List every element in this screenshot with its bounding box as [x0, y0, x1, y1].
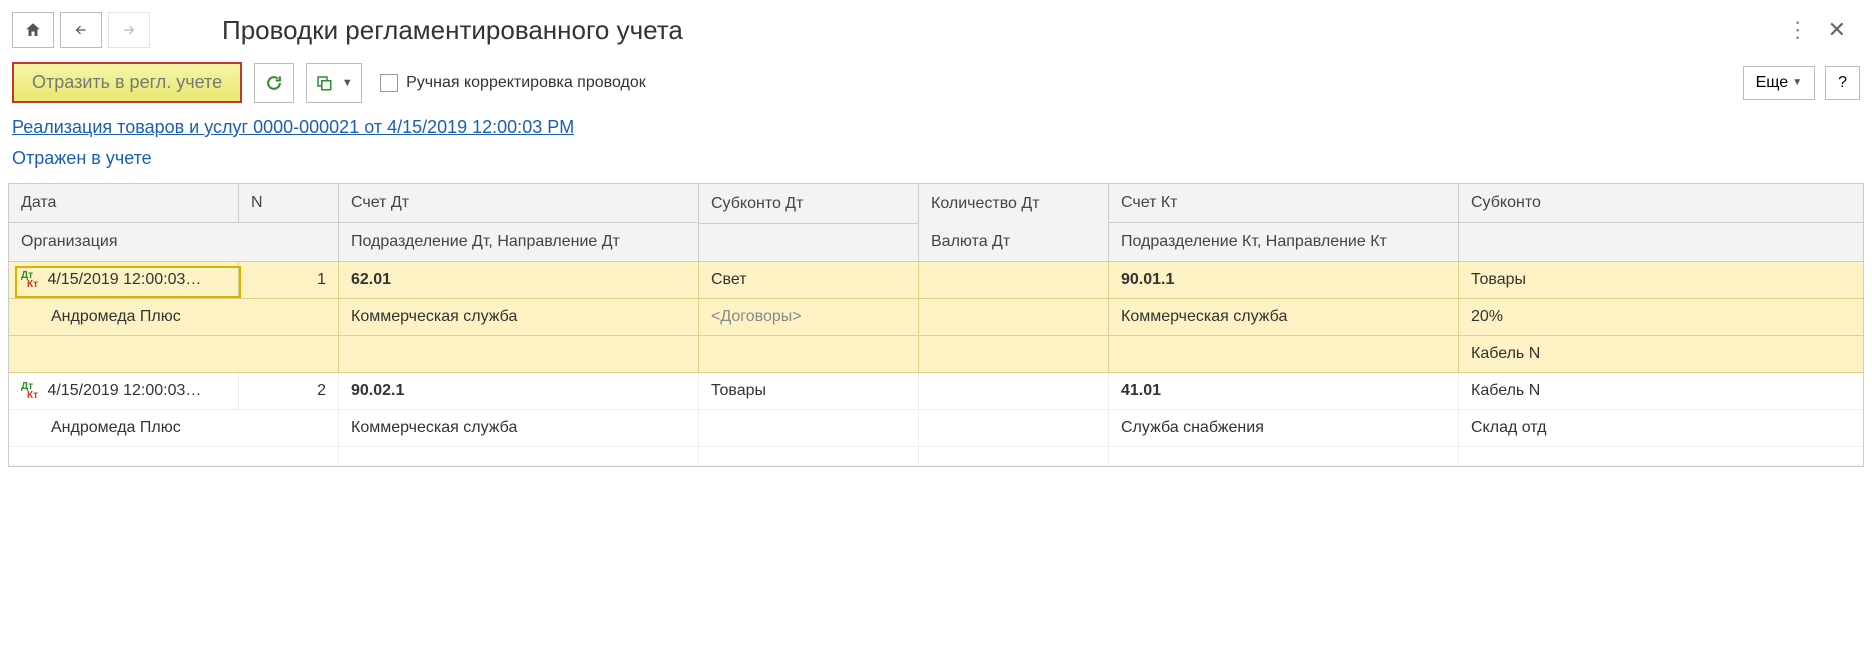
col-sub-kt[interactable]: Субконто: [1459, 184, 1863, 223]
home-button[interactable]: [12, 12, 54, 48]
copy-icon: [315, 74, 333, 92]
cell-dept-kt: Служба снабжения: [1109, 410, 1459, 447]
table-header-row: Дата N Счет Дт Субконто Дт Количество Дт…: [9, 184, 1863, 223]
arrow-left-icon: [72, 23, 90, 37]
cell-org: Андромеда Плюс: [9, 410, 339, 447]
close-icon[interactable]: ✕: [1828, 17, 1846, 43]
col-sub-dt[interactable]: Субконто Дт: [699, 184, 919, 223]
table-row[interactable]: ДтКт 4/15/2019 12:00:03… 1 62.01 Свет 90…: [9, 262, 1863, 373]
col-sub-dt-spacer: [699, 223, 919, 262]
reflect-button[interactable]: Отразить в регл. учете: [12, 62, 242, 103]
manual-correction-label: Ручная корректировка проводок: [406, 74, 646, 92]
cell-sub-kt: Кабель N: [1459, 373, 1863, 410]
col-acc-dt[interactable]: Счет Дт: [339, 184, 699, 223]
cell-org: Андромеда Плюс: [9, 299, 339, 336]
status-text: Отражен в учете: [0, 144, 1872, 183]
cell-sub-dt2: [699, 410, 919, 447]
cell-sub-kt2: Склад отд: [1459, 410, 1863, 447]
cell-dept-dt-empty: [339, 336, 699, 373]
manual-correction-checkbox[interactable]: [380, 74, 398, 92]
help-button[interactable]: ?: [1825, 66, 1860, 100]
cell-sub-dt: Свет: [699, 262, 919, 299]
col-sub-kt-spacer: [1459, 223, 1863, 262]
table-row[interactable]: ДтКт 4/15/2019 12:00:03… 2 90.02.1 Товар…: [9, 373, 1863, 466]
copy-dropdown-button[interactable]: ▼: [306, 63, 362, 103]
chevron-down-icon: ▼: [342, 77, 353, 89]
cell-acc-kt: 90.01.1: [1109, 262, 1459, 299]
col-qty-dt[interactable]: Количество Дт: [919, 184, 1109, 223]
cell-cur-dt: [919, 299, 1109, 336]
forward-button[interactable]: [108, 12, 150, 48]
arrow-right-icon: [120, 23, 138, 37]
col-date[interactable]: Дата: [9, 184, 239, 223]
col-cur-dt[interactable]: Валюта Дт: [919, 223, 1109, 262]
cell-sub-dt: Товары: [699, 373, 919, 410]
cell-dept-kt-empty: [1109, 336, 1459, 373]
col-acc-kt[interactable]: Счет Кт: [1109, 184, 1459, 223]
cell-date-value: 4/15/2019 12:00:03…: [47, 271, 201, 288]
cell-sub-dt2: <Договоры>: [699, 299, 919, 336]
cell-cur-dt-empty: [919, 447, 1109, 466]
refresh-icon: [264, 73, 284, 93]
cell-n: 1: [239, 262, 339, 299]
cell-acc-dt: 62.01: [339, 262, 699, 299]
cell-dept-dt-empty: [339, 447, 699, 466]
cell-dept-kt-empty: [1109, 447, 1459, 466]
cell-sub-dt3: [699, 336, 919, 373]
cell-date: ДтКт 4/15/2019 12:00:03…: [9, 373, 239, 410]
cell-sub-dt3: [699, 447, 919, 466]
col-dept-dt[interactable]: Подразделение Дт, Направление Дт: [339, 223, 699, 262]
cell-acc-kt: 41.01: [1109, 373, 1459, 410]
title-bar: Проводки регламентированного учета ⋮ ✕: [0, 0, 1872, 56]
dtct-icon: ДтКт: [21, 271, 39, 289]
cell-acc-dt: 90.02.1: [339, 373, 699, 410]
cell-date: ДтКт 4/15/2019 12:00:03…: [9, 262, 239, 299]
cell-sub-kt3: [1459, 447, 1863, 466]
more-label: Еще: [1756, 74, 1789, 92]
more-button[interactable]: Еще ▼: [1743, 66, 1815, 100]
cell-date-value: 4/15/2019 12:00:03…: [47, 382, 201, 399]
cell-dept-kt: Коммерческая служба: [1109, 299, 1459, 336]
cell-org-empty: [9, 336, 339, 373]
chevron-down-icon: ▼: [1792, 77, 1802, 88]
cell-sub-kt: Товары: [1459, 262, 1863, 299]
cell-sub-kt2: 20%: [1459, 299, 1863, 336]
cell-dept-dt: Коммерческая служба: [339, 299, 699, 336]
col-dept-kt[interactable]: Подразделение Кт, Направление Кт: [1109, 223, 1459, 262]
cell-cur-dt: [919, 410, 1109, 447]
cell-qty-dt: [919, 373, 1109, 410]
col-n[interactable]: N: [239, 184, 339, 223]
cell-org-empty: [9, 447, 339, 466]
cell-n: 2: [239, 373, 339, 410]
kebab-menu-icon[interactable]: ⋮: [1787, 17, 1810, 43]
back-button[interactable]: [60, 12, 102, 48]
document-link[interactable]: Реализация товаров и услуг 0000-000021 о…: [0, 117, 586, 138]
cell-qty-dt: [919, 262, 1109, 299]
table-header-subrow: Организация Подразделение Дт, Направлени…: [9, 223, 1863, 262]
home-icon: [24, 21, 42, 39]
dtct-icon: ДтКт: [21, 382, 39, 400]
entries-table: Дата N Счет Дт Субконто Дт Количество Дт…: [8, 183, 1864, 467]
col-org[interactable]: Организация: [9, 223, 339, 262]
cell-cur-dt-empty: [919, 336, 1109, 373]
cell-sub-kt3: Кабель N: [1459, 336, 1863, 373]
refresh-button[interactable]: [254, 63, 294, 103]
toolbar: Отразить в регл. учете ▼ Ручная корректи…: [0, 56, 1872, 117]
cell-dept-dt: Коммерческая служба: [339, 410, 699, 447]
page-title: Проводки регламентированного учета: [222, 15, 683, 46]
